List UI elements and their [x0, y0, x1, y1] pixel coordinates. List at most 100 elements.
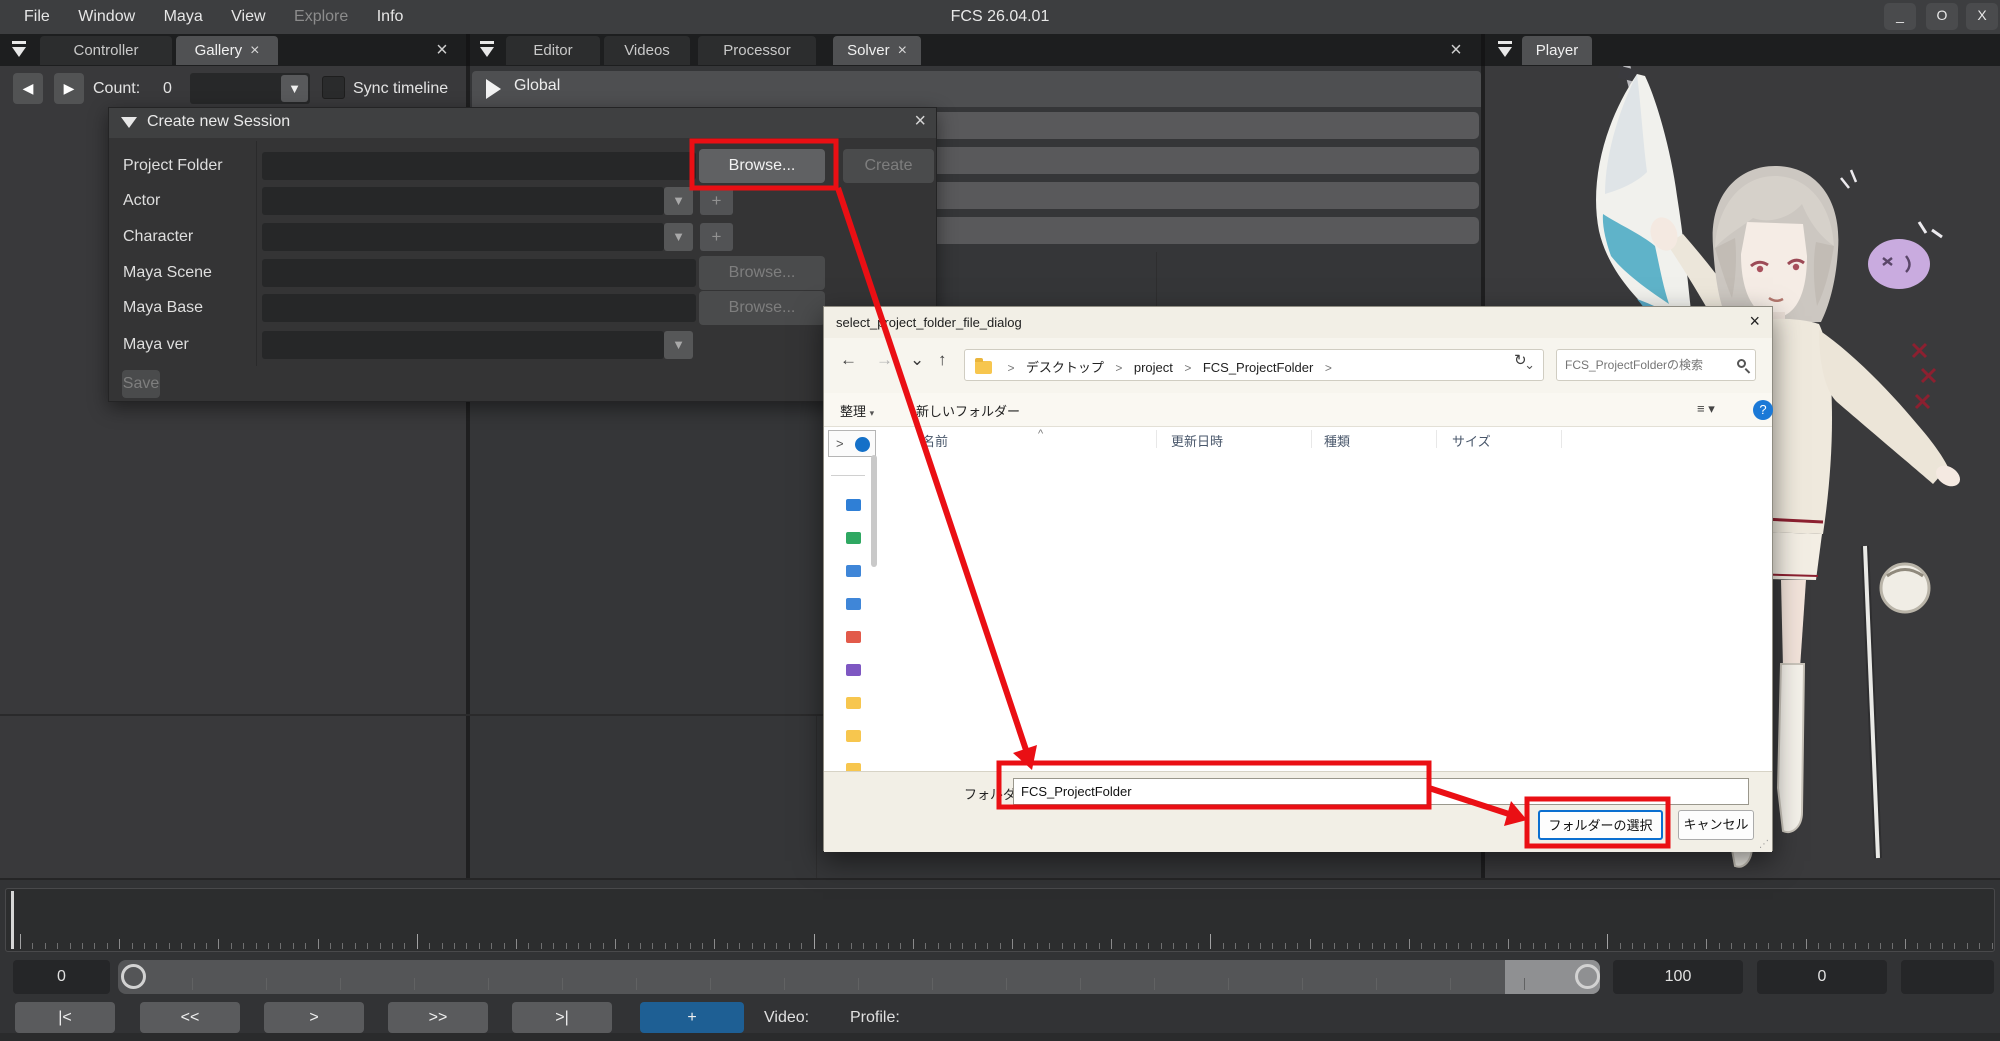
tab-editor[interactable]: Editor — [506, 36, 600, 65]
panel-menu-chevron-icon-2[interactable] — [478, 41, 498, 59]
next-button[interactable]: >> — [388, 1002, 488, 1033]
breadcrumb[interactable]: > デスクトップ > project > FCS_ProjectFolder >… — [964, 349, 1544, 381]
panel-menu-chevron-icon[interactable] — [10, 41, 30, 59]
go-last-button[interactable]: >| — [512, 1002, 612, 1033]
maya-scene-input[interactable] — [262, 259, 696, 287]
count-dropdown-arrow-icon[interactable]: ▼ — [281, 75, 308, 102]
project-folder-input[interactable] — [262, 152, 696, 180]
forward-icon[interactable]: → — [876, 350, 893, 370]
search-input[interactable] — [1565, 351, 1731, 379]
cancel-button[interactable]: キャンセル — [1678, 810, 1754, 840]
actor-add-button[interactable]: + — [700, 187, 733, 215]
sidebar-item-selected[interactable]: > — [828, 430, 876, 457]
select-folder-button[interactable]: フォルダーの選択 — [1538, 810, 1663, 840]
range-other-box[interactable]: 0 — [1757, 960, 1887, 994]
prev-button[interactable]: << — [140, 1002, 240, 1033]
panel1-close-icon[interactable]: × — [430, 38, 454, 62]
breadcrumb-fcs-projectfolder[interactable]: FCS_ProjectFolder — [1203, 360, 1314, 375]
tree-expander-icon[interactable]: > — [836, 436, 844, 451]
actor-combobox[interactable] — [262, 187, 664, 215]
column-separator[interactable] — [1436, 430, 1437, 448]
breadcrumb-desktop[interactable]: デスクトップ — [1026, 360, 1104, 375]
breadcrumb-project[interactable]: project — [1134, 360, 1173, 375]
organize-button[interactable]: 整理 ▾ — [840, 401, 874, 420]
range-slider[interactable] — [118, 960, 1600, 994]
tab-gallery-close-icon[interactable]: × — [250, 42, 259, 59]
close-button[interactable]: X — [1966, 3, 1998, 30]
back-icon[interactable]: ← — [840, 350, 857, 370]
step-back-button[interactable]: ◀ — [13, 73, 43, 104]
add-button[interactable]: + — [640, 1002, 744, 1033]
range-end-handle[interactable] — [1575, 964, 1600, 989]
column-header-type[interactable]: 種類 — [1324, 431, 1350, 450]
maya-ver-combobox[interactable] — [262, 331, 664, 359]
file-dialog-titlebar[interactable]: select_project_folder_file_dialog × — [824, 307, 1772, 338]
view-options-icon[interactable]: ≡ ▾ — [1697, 401, 1715, 417]
column-header-date[interactable]: 更新日時 — [1171, 431, 1223, 450]
sidebar-scrollbar[interactable] — [871, 455, 877, 567]
save-button[interactable]: Save — [122, 370, 160, 398]
play-button[interactable]: > — [264, 1002, 364, 1033]
panel2-close-icon[interactable]: × — [1444, 38, 1468, 62]
maya-ver-dropdown-arrow-icon[interactable]: ▼ — [664, 331, 693, 359]
global-section-header[interactable]: Global — [472, 71, 1481, 107]
ruler-tick — [628, 943, 629, 949]
ruler-tick — [1173, 943, 1174, 949]
collapse-triangle-icon[interactable] — [121, 117, 137, 128]
actor-dropdown-arrow-icon[interactable]: ▼ — [664, 187, 693, 215]
column-header-size[interactable]: サイズ — [1452, 431, 1491, 450]
count-dropdown[interactable]: ▼ — [190, 73, 310, 104]
range-start-handle[interactable] — [121, 964, 146, 989]
project-folder-browse-button[interactable]: Browse... — [699, 149, 825, 183]
downloads-icon[interactable] — [846, 631, 861, 643]
up-icon[interactable]: ↑ — [938, 350, 947, 370]
tab-videos[interactable]: Videos — [604, 36, 690, 65]
column-separator[interactable] — [1561, 430, 1562, 448]
music-icon[interactable] — [846, 664, 861, 676]
maya-scene-browse-button[interactable]: Browse... — [699, 256, 825, 290]
current-frame-box[interactable]: 0 — [13, 960, 110, 994]
column-separator[interactable] — [1311, 430, 1312, 448]
create-session-close-icon[interactable]: × — [914, 110, 926, 133]
tab-solver-close-icon[interactable]: × — [898, 42, 907, 59]
character-dropdown-arrow-icon[interactable]: ▼ — [664, 223, 693, 251]
sync-icon[interactable] — [846, 532, 861, 544]
maya-base-input[interactable] — [262, 294, 696, 322]
videos-folder-icon[interactable] — [846, 598, 861, 610]
help-icon[interactable]: ? — [1753, 400, 1773, 420]
column-header-name[interactable]: 名前 — [922, 431, 948, 450]
desktop-icon[interactable] — [846, 499, 861, 511]
recent-locations-icon[interactable]: ⌄ — [910, 350, 924, 370]
tab-controller[interactable]: Controller — [40, 36, 172, 65]
create-button[interactable]: Create — [843, 149, 934, 183]
maya-base-browse-button[interactable]: Browse... — [699, 291, 825, 325]
step-forward-button[interactable]: ▶ — [54, 73, 84, 104]
timeline-track[interactable] — [5, 888, 1995, 952]
documents-icon[interactable] — [846, 565, 861, 577]
sync-timeline-checkbox[interactable] — [322, 76, 345, 99]
character-combobox[interactable] — [262, 223, 664, 251]
tab-solver[interactable]: Solver× — [833, 36, 921, 65]
character-add-button[interactable]: + — [700, 223, 733, 251]
resize-grip-icon[interactable]: ⋰ — [1759, 839, 1769, 850]
panel-menu-chevron-icon-3[interactable] — [1496, 41, 1516, 59]
ruler-tick — [32, 943, 33, 949]
search-box[interactable] — [1556, 349, 1756, 381]
column-separator[interactable] — [1156, 430, 1157, 448]
file-dialog-close-icon[interactable]: × — [1749, 311, 1760, 332]
minimize-button[interactable]: _ — [1884, 3, 1916, 30]
range-end-box[interactable]: 100 — [1613, 960, 1743, 994]
new-folder-button[interactable]: 新しいフォルダー — [916, 401, 1020, 420]
tab-processor[interactable]: Processor — [698, 36, 816, 65]
tab-gallery[interactable]: Gallery× — [176, 36, 278, 65]
slider-tick — [1450, 978, 1451, 990]
folder-b-icon[interactable] — [846, 730, 861, 742]
create-session-dialog-header[interactable]: Create new Session × — [109, 108, 936, 138]
maximize-button[interactable]: O — [1926, 3, 1958, 30]
go-first-button[interactable]: |< — [15, 1002, 115, 1033]
refresh-icon[interactable]: ↻ — [1514, 351, 1527, 369]
folder-name-input[interactable] — [1013, 778, 1749, 805]
tab-player[interactable]: Player — [1522, 36, 1592, 65]
extra-value-box[interactable] — [1901, 960, 1994, 994]
folder-a-icon[interactable] — [846, 697, 861, 709]
